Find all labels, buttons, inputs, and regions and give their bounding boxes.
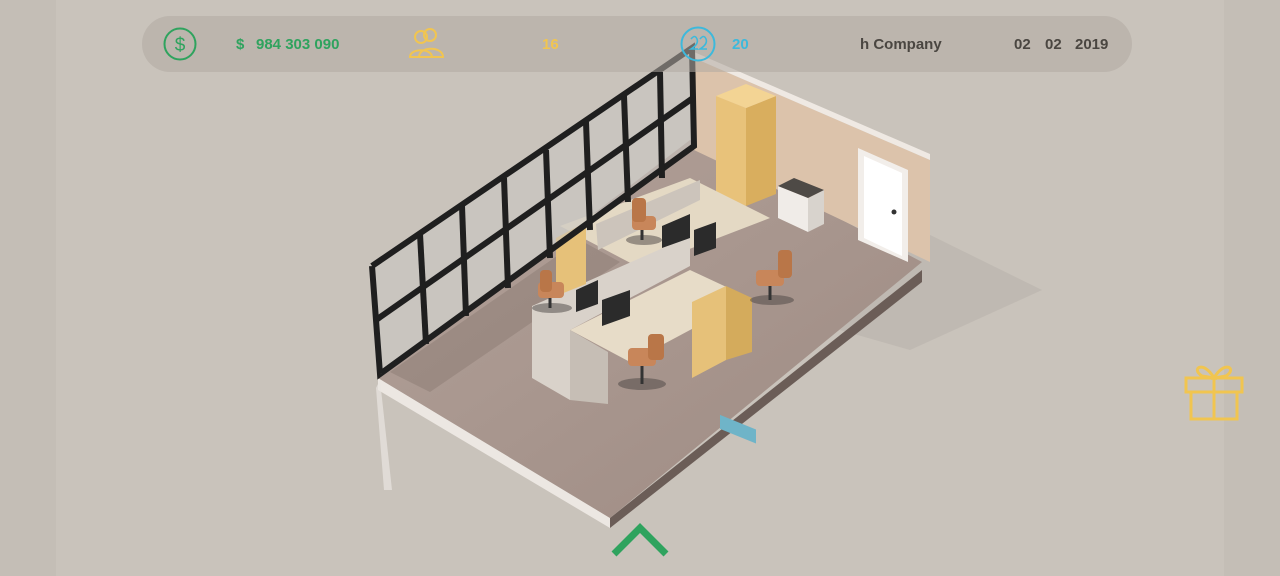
dollar-circle-icon[interactable]: $ (162, 26, 198, 62)
cabinet-front (716, 96, 746, 206)
chevron-up-icon[interactable] (608, 520, 672, 560)
timer-icon[interactable] (678, 24, 718, 64)
staff-count: 16 (542, 35, 559, 53)
timer-icon-wrap (678, 16, 718, 72)
expand-panel-button[interactable] (608, 520, 672, 565)
date-year: 2019 (1075, 35, 1109, 53)
cabinet-side (746, 96, 776, 206)
gift-button[interactable] (1182, 356, 1246, 429)
staff-icon-wrap (407, 16, 447, 72)
svg-text:$: $ (175, 35, 186, 56)
timer-value: 20 (732, 35, 749, 53)
gift-icon[interactable] (1182, 356, 1246, 424)
drawer-unit-side (726, 286, 752, 360)
date-month: 02 (1045, 35, 1062, 53)
top-status-bar: $ $ 984 303 090 16 20 h Company 02 02 20… (142, 16, 1132, 72)
door-handle (891, 209, 897, 215)
office-scene[interactable] (0, 0, 1280, 576)
company-name: h Company (860, 35, 942, 53)
money-symbol: $ (236, 35, 245, 53)
money-icon-wrap: $ (162, 16, 198, 72)
money-amount: 984 303 090 (256, 35, 340, 53)
date-day: 02 (1014, 35, 1031, 53)
people-icon[interactable] (407, 26, 447, 62)
